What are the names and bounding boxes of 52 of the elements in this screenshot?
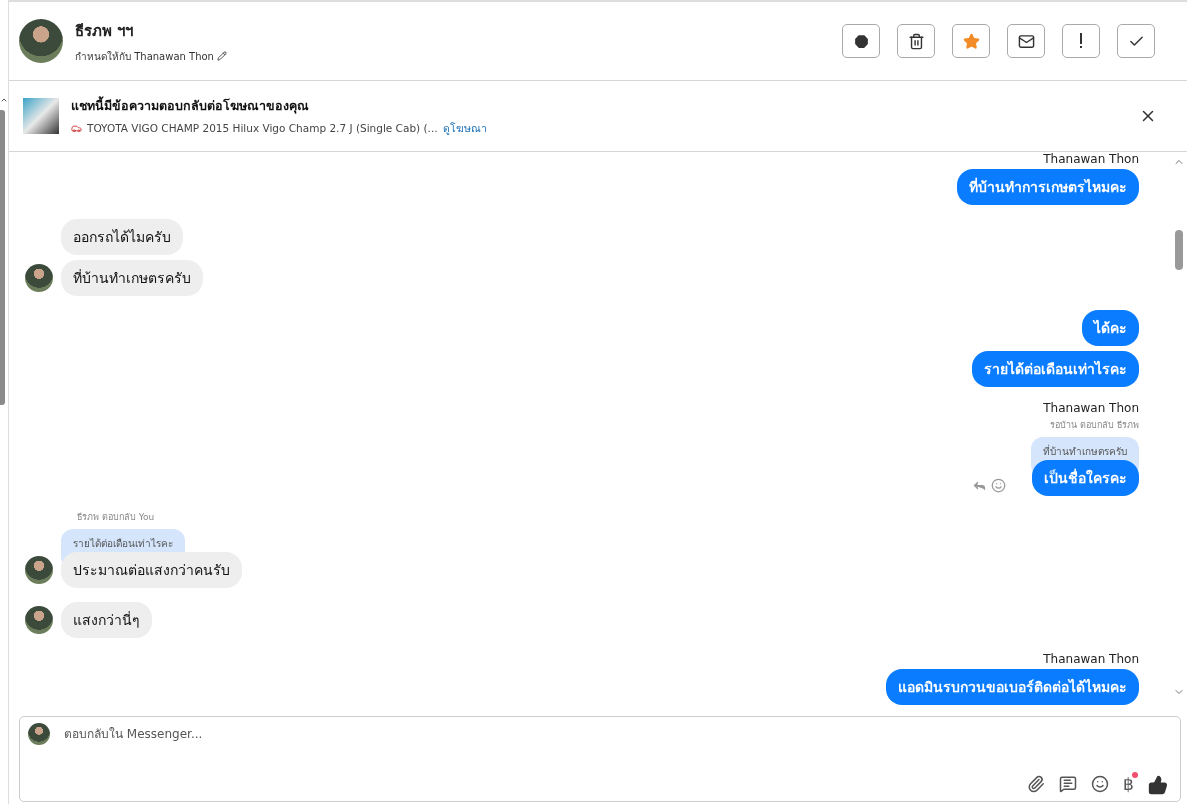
contact-name: ธีรภพ ฯฯ: [75, 20, 135, 42]
mail-icon: [1017, 32, 1035, 50]
star-icon: [962, 32, 980, 50]
avatar: [19, 19, 63, 63]
avatar: [25, 556, 53, 584]
reply-label: ธีรภพ ตอบกลับ You: [77, 511, 155, 524]
sender-name: Thanawan Thon: [1043, 152, 1139, 166]
emoji-icon[interactable]: [991, 477, 1006, 493]
exclaim-button[interactable]: [1062, 24, 1100, 58]
emoji-icon: [1091, 775, 1109, 793]
ad-thumbnail: [23, 98, 59, 134]
message-bubble: แสงกว่านี่ๆ: [61, 602, 152, 638]
message-bubble: รายได้ต่อเดือนเท่าไรคะ: [972, 351, 1139, 387]
ad-reply-title: แชทนี้มีข้อความตอบกลับต่อโฆษณาของคุณ: [71, 95, 310, 116]
notification-dot: [1132, 772, 1138, 778]
pencil-icon[interactable]: [216, 51, 227, 61]
star-button[interactable]: [952, 24, 990, 58]
ad-name: TOYOTA VIGO CHAMP 2015 Hilux Vigo Champ 2.7 J (Single Cab) (...: [87, 122, 438, 134]
thumbs-up-icon: [1148, 775, 1168, 795]
message-bubble: ประมาณต่อแสงกว่าคนรับ: [61, 552, 242, 588]
view-ad-link[interactable]: ดูโฆษณา: [442, 119, 487, 137]
message-bubble: แอดมินรบกวนขอเบอร์ติดต่อได้ไหมคะ: [886, 669, 1139, 705]
avatar: [28, 723, 50, 745]
exclamation-icon: [1079, 33, 1083, 49]
alert-button[interactable]: [842, 24, 880, 58]
assignee-label: กำหนดให้กับ Thanawan Thon: [75, 49, 214, 64]
sender-name: Thanawan Thon: [1043, 652, 1139, 666]
reply-composer[interactable]: ตอบกลับใน Messenger... ฿: [19, 716, 1181, 802]
trash-icon: [907, 32, 925, 50]
sender-name: Thanawan Thon: [1043, 401, 1139, 415]
avatar: [25, 606, 53, 634]
scrollbar-thumb[interactable]: [0, 110, 5, 405]
baht-button[interactable]: ฿: [1123, 775, 1134, 795]
like-button[interactable]: [1148, 775, 1168, 795]
message-bubble: ที่บ้านทำการเกษตรไหมคะ: [957, 169, 1139, 205]
attach-button[interactable]: [1027, 775, 1045, 795]
scroll-up-icon[interactable]: [0, 96, 8, 104]
mail-button[interactable]: [1007, 24, 1045, 58]
speech-bubble-icon: [1059, 775, 1077, 793]
avatar: [25, 264, 53, 292]
message-bubble: เป็นชื่อใครคะ: [1032, 460, 1139, 496]
saved-reply-button[interactable]: [1059, 775, 1077, 795]
reply-label: รอบ้าน ตอบกลับ ธีรภพ: [1050, 419, 1139, 432]
check-button[interactable]: [1117, 24, 1155, 58]
message-bubble: ออกรถได้ไมครับ: [61, 219, 183, 255]
emoji-button[interactable]: [1091, 775, 1109, 795]
scrollbar-thumb[interactable]: [1175, 230, 1183, 270]
alert-icon: [852, 32, 870, 50]
message-bubble: ที่บ้านทำเกษตรครับ: [61, 260, 203, 296]
paperclip-icon: [1027, 775, 1045, 793]
trash-button[interactable]: [897, 24, 935, 58]
message-bubble: ได้คะ: [1082, 310, 1139, 346]
